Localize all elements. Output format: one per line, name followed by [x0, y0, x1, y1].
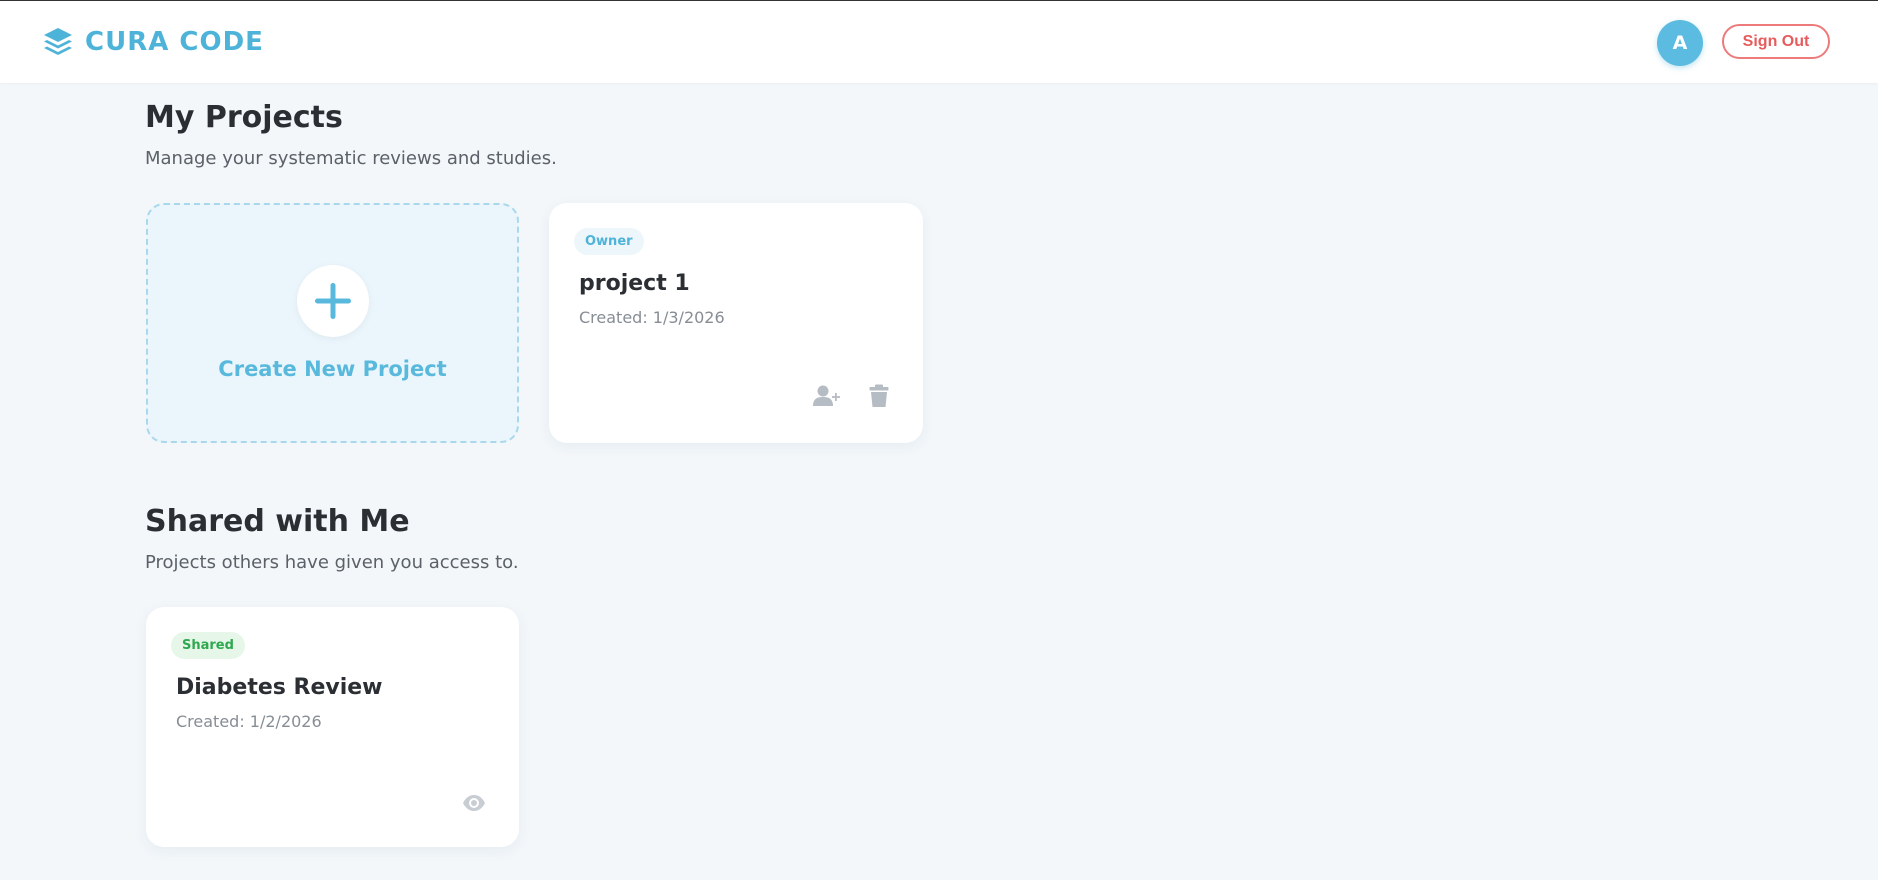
delete-project-button[interactable]: [864, 381, 894, 411]
app-header: CURA CODE A Sign Out: [0, 1, 1878, 83]
project-card[interactable]: Owner project 1 Created: 1/3/2026: [549, 203, 923, 443]
plus-icon: [315, 283, 351, 319]
role-badge: Owner: [574, 228, 644, 255]
share-project-button[interactable]: [812, 381, 842, 411]
shared-subtitle: Projects others have given you access to…: [145, 552, 519, 573]
trash-icon: [869, 384, 889, 407]
project-name: project 1: [579, 271, 690, 296]
project-name: Diabetes Review: [176, 675, 383, 700]
user-avatar[interactable]: A: [1657, 20, 1703, 66]
brand-logo[interactable]: CURA CODE: [43, 25, 264, 59]
role-badge: Shared: [171, 632, 245, 659]
view-project-button[interactable]: [459, 788, 489, 818]
layers-icon: [44, 28, 72, 55]
shared-project-card[interactable]: Shared Diabetes Review Created: 1/2/2026: [146, 607, 519, 847]
add-user-icon: [813, 385, 840, 406]
project-created-date: Created: 1/3/2026: [579, 308, 725, 327]
shared-heading: Shared with Me: [145, 504, 410, 539]
brand-name: CURA CODE: [85, 27, 264, 57]
project-created-date: Created: 1/2/2026: [176, 712, 322, 731]
create-project-card[interactable]: Create New Project: [146, 203, 519, 443]
eye-icon: [463, 795, 485, 811]
sign-out-button[interactable]: Sign Out: [1722, 24, 1830, 59]
plus-button[interactable]: [297, 265, 369, 337]
my-projects-heading: My Projects: [145, 100, 343, 135]
my-projects-subtitle: Manage your systematic reviews and studi…: [145, 148, 557, 169]
create-project-label: Create New Project: [218, 357, 447, 381]
